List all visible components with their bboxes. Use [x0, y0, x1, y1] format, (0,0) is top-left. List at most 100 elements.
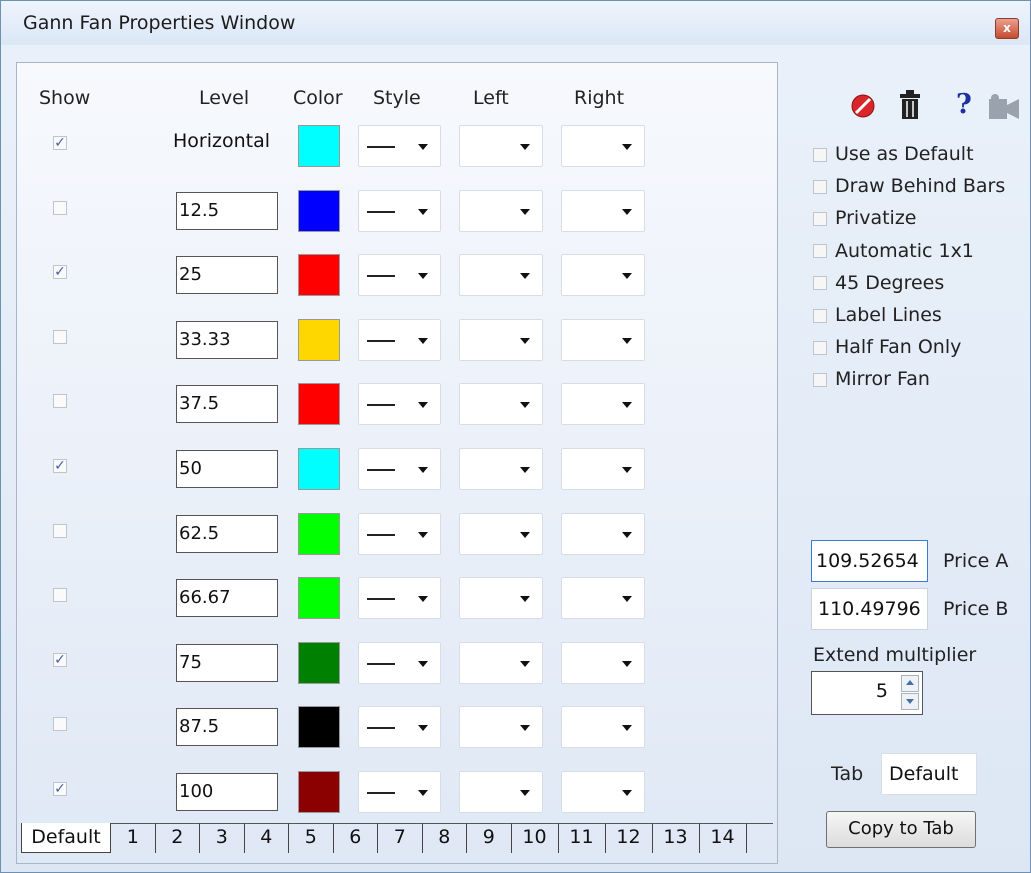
show-checkbox[interactable] [53, 394, 67, 409]
left-dropdown[interactable] [459, 577, 543, 620]
color-swatch[interactable] [298, 577, 340, 620]
show-checkbox[interactable]: ✓ [53, 459, 67, 473]
style-dropdown[interactable] [358, 706, 441, 749]
tab-default[interactable]: Default [21, 823, 111, 853]
color-swatch[interactable] [298, 706, 340, 749]
style-dropdown[interactable] [358, 512, 441, 555]
checkbox-box[interactable] [813, 211, 827, 226]
left-dropdown[interactable] [459, 771, 543, 813]
level-input[interactable]: 50 [176, 450, 278, 488]
style-dropdown[interactable] [358, 641, 441, 684]
right-dropdown[interactable] [561, 318, 645, 361]
show-checkbox[interactable] [53, 329, 67, 344]
left-dropdown[interactable] [459, 706, 543, 749]
show-checkbox[interactable] [53, 717, 67, 732]
option-checkbox[interactable]: Label Lines [813, 304, 942, 326]
tab-5[interactable]: 5 [289, 823, 334, 853]
option-checkbox[interactable]: Use as Default [813, 143, 974, 165]
level-input[interactable]: 66.67 [176, 579, 278, 618]
style-dropdown[interactable] [358, 577, 441, 620]
tab-1[interactable]: 1 [111, 823, 156, 853]
style-dropdown[interactable] [358, 125, 441, 167]
price-b-input[interactable]: 110.49796 [811, 588, 928, 630]
level-input[interactable]: 62.5 [176, 514, 278, 553]
color-swatch[interactable] [298, 641, 340, 684]
color-swatch[interactable] [298, 771, 340, 813]
show-checkbox[interactable]: ✓ [53, 265, 67, 280]
left-dropdown[interactable] [459, 448, 543, 490]
checkbox-box[interactable] [813, 147, 827, 162]
right-dropdown[interactable] [561, 706, 645, 749]
checkbox-box[interactable] [813, 179, 827, 194]
show-checkbox[interactable]: ✓ [53, 782, 67, 796]
right-dropdown[interactable] [561, 254, 645, 297]
tab-7[interactable]: 7 [378, 823, 423, 853]
tab-8[interactable]: 8 [423, 823, 467, 853]
copy-to-tab-button[interactable]: Copy to Tab [826, 811, 976, 848]
color-swatch[interactable] [298, 318, 340, 361]
color-swatch[interactable] [298, 383, 340, 426]
level-input[interactable]: 33.33 [176, 320, 278, 359]
right-dropdown[interactable] [561, 577, 645, 620]
right-dropdown[interactable] [561, 641, 645, 684]
style-dropdown[interactable] [358, 771, 441, 813]
option-checkbox[interactable]: Automatic 1x1 [813, 240, 974, 262]
style-dropdown[interactable] [358, 448, 441, 490]
level-input[interactable]: 12.5 [176, 191, 278, 230]
checkbox-box[interactable] [813, 276, 827, 291]
help-icon[interactable]: ? [956, 89, 972, 120]
left-dropdown[interactable] [459, 189, 543, 232]
tab-6[interactable]: 6 [334, 823, 378, 853]
show-checkbox[interactable] [53, 200, 67, 215]
tab-name-input[interactable]: Default [881, 753, 977, 795]
color-swatch[interactable] [298, 125, 340, 167]
style-dropdown[interactable] [358, 318, 441, 361]
stepper-down-button[interactable] [901, 693, 919, 710]
level-input[interactable]: 37.5 [176, 385, 278, 424]
checkbox-box[interactable] [813, 308, 827, 323]
price-a-input[interactable]: 109.52654 [811, 540, 928, 582]
level-input[interactable]: 87.5 [176, 708, 278, 747]
level-input[interactable]: 25 [176, 256, 278, 295]
tab-2[interactable]: 2 [156, 823, 200, 853]
right-dropdown[interactable] [561, 383, 645, 426]
option-checkbox[interactable]: Privatize [813, 207, 917, 229]
tab-3[interactable]: 3 [200, 823, 245, 853]
left-dropdown[interactable] [459, 318, 543, 361]
tab-4[interactable]: 4 [245, 823, 289, 853]
option-checkbox[interactable]: Draw Behind Bars [813, 175, 1005, 197]
show-checkbox[interactable] [53, 523, 67, 538]
left-dropdown[interactable] [459, 254, 543, 297]
left-dropdown[interactable] [459, 125, 543, 167]
left-dropdown[interactable] [459, 641, 543, 684]
camera-icon[interactable] [987, 93, 1021, 123]
style-dropdown[interactable] [358, 254, 441, 297]
right-dropdown[interactable] [561, 189, 645, 232]
tab-9[interactable]: 9 [467, 823, 512, 853]
tab-14[interactable]: 14 [700, 823, 747, 853]
left-dropdown[interactable] [459, 512, 543, 555]
stepper-up-button[interactable] [901, 675, 919, 692]
close-button[interactable]: x [995, 18, 1019, 39]
show-checkbox[interactable] [53, 588, 67, 603]
level-input[interactable]: 100 [176, 773, 278, 811]
right-dropdown[interactable] [561, 771, 645, 813]
style-dropdown[interactable] [358, 383, 441, 426]
color-swatch[interactable] [298, 512, 340, 555]
right-dropdown[interactable] [561, 512, 645, 555]
color-swatch[interactable] [298, 254, 340, 297]
option-checkbox[interactable]: Half Fan Only [813, 336, 961, 358]
tab-11[interactable]: 11 [559, 823, 606, 853]
level-input[interactable]: 75 [176, 643, 278, 682]
tab-13[interactable]: 13 [653, 823, 700, 853]
right-dropdown[interactable] [561, 125, 645, 167]
tab-10[interactable]: 10 [512, 823, 559, 853]
right-dropdown[interactable] [561, 448, 645, 490]
style-dropdown[interactable] [358, 189, 441, 232]
checkbox-box[interactable] [813, 372, 827, 387]
tab-12[interactable]: 12 [606, 823, 653, 853]
title-bar[interactable]: Gann Fan Properties Window x [1, 1, 1030, 45]
trash-icon[interactable] [897, 89, 923, 123]
show-checkbox[interactable]: ✓ [53, 136, 67, 150]
color-swatch[interactable] [298, 448, 340, 490]
